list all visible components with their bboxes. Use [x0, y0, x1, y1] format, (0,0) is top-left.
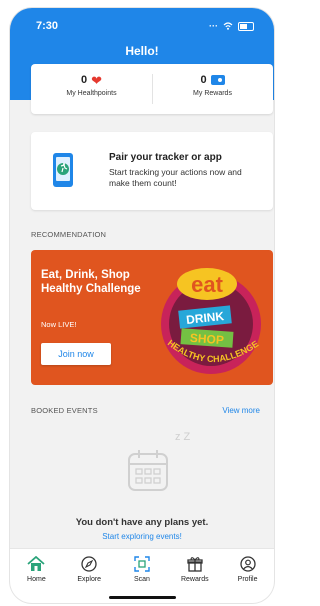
signal-icon: ···	[209, 21, 218, 31]
calendar-sleep-icon: z Z	[128, 431, 191, 491]
banner-title: Eat, Drink, Shop Healthy Challenge	[41, 269, 141, 295]
tab-scan-label: Scan	[134, 576, 150, 583]
join-now-button[interactable]: Join now	[41, 343, 111, 365]
view-more-link[interactable]: View more	[222, 406, 260, 415]
phone-tracker-icon	[53, 153, 73, 187]
bottom-tab-bar: Home Explore Scan Rewards Profile	[10, 548, 274, 603]
greeting-title: Hello!	[125, 44, 159, 58]
home-indicator	[109, 596, 176, 599]
tab-explore-label: Explore	[77, 576, 102, 583]
wifi-icon	[223, 22, 233, 30]
svg-text:eat: eat	[191, 272, 223, 297]
no-plans-message: You don't have any plans yet.	[75, 517, 209, 528]
healthpoints-summary[interactable]: 0 ❤ My Healthpoints	[31, 64, 152, 114]
svg-text:SHOP: SHOP	[189, 331, 224, 347]
tab-scan[interactable]: Scan	[116, 549, 169, 603]
status-indicators: ···	[209, 21, 254, 31]
rewards-value: 0	[200, 74, 207, 86]
compass-icon	[81, 556, 97, 572]
explore-events-link[interactable]: Start exploring events!	[10, 532, 274, 541]
battery-icon	[238, 21, 254, 31]
pair-card-title: Pair your tracker or app	[109, 152, 222, 163]
svg-text:z Z: z Z	[175, 431, 191, 443]
home-icon	[27, 556, 45, 571]
profile-icon	[239, 556, 256, 572]
tab-profile[interactable]: Profile	[221, 549, 274, 603]
points-summary-card: 0 ❤ My Healthpoints 0 My Rewards	[31, 64, 273, 114]
heart-icon: ❤	[91, 72, 103, 88]
tab-rewards[interactable]: Rewards	[168, 549, 221, 603]
healthpoints-label: My Healthpoints	[66, 90, 117, 97]
status-bar: 7:30 ···	[10, 20, 274, 36]
status-time: 7:30	[36, 20, 59, 32]
pair-tracker-card[interactable]: Pair your tracker or app Start tracking …	[31, 132, 273, 210]
booked-events-section-label: BOOKED EVENTS	[31, 406, 98, 415]
banner-subtitle: Now LIVE!	[41, 320, 77, 329]
tab-rewards-label: Rewards	[180, 576, 209, 583]
tab-explore[interactable]: Explore	[63, 549, 116, 603]
recommendation-banner[interactable]: Eat, Drink, Shop Healthy Challenge Now L…	[31, 250, 273, 385]
tab-home[interactable]: Home	[10, 549, 63, 603]
recommendation-section-label: RECOMMENDATION	[31, 230, 107, 239]
pair-card-subtitle: Start tracking your actions now and make…	[109, 167, 242, 188]
tab-home-label: Home	[27, 576, 46, 583]
ticket-icon	[210, 75, 225, 85]
rewards-summary[interactable]: 0 My Rewards	[152, 64, 273, 114]
scan-icon	[134, 556, 150, 572]
healthy-challenge-logo: eat DRINK SHOP HEALTHY CHALLENGE	[161, 268, 261, 374]
app-screen: 7:30 ··· Hello! 0 ❤ My Healthpoints 0 My…	[10, 8, 274, 603]
gift-icon	[187, 557, 203, 572]
tab-profile-label: Profile	[237, 576, 258, 583]
healthpoints-value: 0	[80, 74, 88, 86]
rewards-label: My Rewards	[193, 90, 232, 97]
